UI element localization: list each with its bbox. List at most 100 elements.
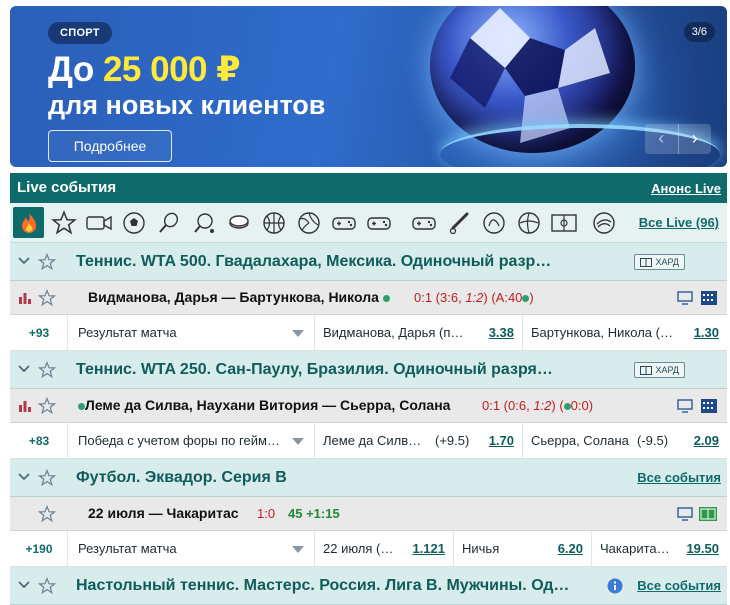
odds-cell[interactable]: Сьерра, Солана (-9.5) 2.09 — [523, 423, 727, 459]
market-select[interactable]: Результат матча — [67, 531, 315, 567]
match-time: 45 +1:15 — [288, 506, 340, 521]
info-icon[interactable] — [607, 578, 623, 594]
odds-value[interactable]: 1.70 — [489, 433, 514, 448]
tournament-row[interactable]: Теннис. WTA 500. Гвадалахара, Мексика. О… — [10, 243, 727, 281]
esports3-icon[interactable] — [408, 207, 439, 238]
field-icon[interactable] — [548, 207, 579, 238]
favorite-star-icon[interactable] — [38, 253, 56, 271]
odds-row: +83 Победа с учетом форы по гейм… Леме д… — [10, 423, 727, 459]
banner-slide-counter: 3/6 — [683, 22, 715, 42]
tv-icon[interactable] — [677, 399, 693, 413]
banner-amount: 25 000 ₽ — [102, 50, 241, 89]
tennis-icon[interactable] — [153, 207, 184, 238]
serve-dot-icon — [382, 294, 390, 302]
fire-icon[interactable] — [13, 207, 44, 238]
banner-prev-button[interactable]: ‹ — [645, 124, 679, 154]
tournament-row[interactable]: Настольный теннис. Мастерс. Россия. Лига… — [10, 567, 727, 605]
match-score: 0:1 (3:6, 1:2) (A:40) — [414, 290, 534, 305]
promo-banner[interactable]: СПОРТ До 25 000 ₽ для новых клиентов Под… — [10, 6, 727, 167]
tournament-title[interactable]: Теннис. WTA 500. Гвадалахара, Мексика. О… — [76, 253, 551, 271]
favorite-star-icon[interactable] — [38, 469, 56, 487]
favorite-star-icon[interactable] — [38, 361, 56, 379]
volleyball-icon[interactable] — [293, 207, 324, 238]
serve-dot-icon — [563, 403, 571, 411]
market-select[interactable]: Победа с учетом форы по гейм… — [67, 423, 315, 459]
favorite-star-icon[interactable] — [38, 397, 56, 415]
match-row[interactable]: Леме да Силва, Наухани Витория — Сьерра,… — [10, 389, 727, 423]
soccer-icon[interactable] — [118, 207, 149, 238]
banner-badge: СПОРТ — [48, 22, 112, 44]
chevron-down-icon[interactable] — [16, 577, 32, 593]
match-score: 1:0 — [257, 506, 276, 521]
serve-dot-icon — [78, 402, 85, 410]
dropdown-arrow-icon — [292, 546, 304, 553]
tv-icon[interactable] — [677, 291, 693, 305]
stats-icon[interactable] — [18, 291, 32, 305]
all-live-link[interactable]: Все Live (96) — [639, 215, 719, 230]
odds-row: +93 Результат матча Видманова, Дарья (п…… — [10, 315, 727, 351]
banner-more-button[interactable]: Подробнее — [48, 130, 172, 162]
odds-cell[interactable]: Леме да Силв… (+9.5) 1.70 — [315, 423, 523, 459]
hockey-icon[interactable] — [223, 207, 254, 238]
dropdown-arrow-icon — [292, 438, 304, 445]
match-name[interactable]: 22 июля — Чакаритас — [88, 505, 239, 521]
all-events-link[interactable]: Все события — [637, 578, 721, 593]
other-icon[interactable] — [588, 207, 619, 238]
beach-volleyball-icon[interactable] — [513, 207, 544, 238]
basketball-icon[interactable] — [258, 207, 289, 238]
sports-filter-bar: Все Live (96) — [10, 203, 727, 243]
odds-cell[interactable]: Чакарита… 19.50 — [592, 531, 727, 567]
odds-value[interactable]: 3.38 — [489, 325, 514, 340]
favorite-star-icon[interactable] — [38, 505, 56, 523]
scoreboard-icon[interactable] — [701, 291, 717, 305]
more-markets-count[interactable]: +83 — [16, 434, 62, 448]
surface-badge: ХАРД — [634, 254, 685, 270]
odds-value[interactable]: 6.20 — [558, 541, 583, 556]
court-icon — [640, 365, 653, 375]
more-markets-count[interactable]: +93 — [16, 326, 62, 340]
more-markets-count[interactable]: +190 — [16, 542, 62, 556]
match-row[interactable]: 22 июля — Чакаритас 1:0 45 +1:15 — [10, 497, 727, 531]
tournament-title[interactable]: Настольный теннис. Мастерс. Россия. Лига… — [76, 577, 569, 595]
esports-icon[interactable] — [328, 207, 359, 238]
tournament-title[interactable]: Теннис. WTA 250. Сан-Паулу, Бразилия. Од… — [76, 361, 553, 379]
match-name[interactable]: Видманова, Дарья — Бартункова, Никола — [88, 289, 390, 305]
odds-cell[interactable]: 22 июля (… 1.121 — [315, 531, 454, 567]
baseball-icon[interactable] — [443, 207, 474, 238]
tournament-row[interactable]: Футбол. Эквадор. Серия B Все события — [10, 459, 727, 497]
odds-value[interactable]: 2.09 — [694, 433, 719, 448]
favorite-star-icon[interactable] — [38, 289, 56, 307]
tv-icon[interactable] — [677, 507, 693, 521]
chevron-down-icon[interactable] — [16, 253, 32, 269]
tournament-row[interactable]: Теннис. WTA 250. Сан-Паулу, Бразилия. Од… — [10, 351, 727, 389]
odds-value[interactable]: 1.121 — [412, 541, 445, 556]
match-row[interactable]: Видманова, Дарья — Бартункова, Никола 0:… — [10, 281, 727, 315]
handball-icon[interactable] — [478, 207, 509, 238]
tournament-title[interactable]: Футбол. Эквадор. Серия B — [76, 469, 287, 487]
esports2-icon[interactable] — [363, 207, 394, 238]
match-score: 0:1 (0:6, 1:2) (0:0) — [482, 398, 594, 413]
all-events-link[interactable]: Все события — [637, 470, 721, 485]
field-stats-icon[interactable] — [699, 507, 717, 521]
market-select[interactable]: Результат матча — [67, 315, 315, 351]
favorite-star-icon[interactable] — [38, 577, 56, 595]
odds-value[interactable]: 1.30 — [694, 325, 719, 340]
chevron-down-icon[interactable] — [16, 469, 32, 485]
odds-value[interactable]: 19.50 — [686, 541, 719, 556]
stats-icon[interactable] — [18, 399, 32, 413]
scoreboard-icon[interactable] — [701, 399, 717, 413]
table-tennis-icon[interactable] — [188, 207, 219, 238]
star-icon[interactable] — [48, 207, 79, 238]
chevron-down-icon[interactable] — [16, 361, 32, 377]
odds-cell[interactable]: Видманова, Дарья (п… 3.38 — [315, 315, 523, 351]
odds-row: +190 Результат матча 22 июля (… 1.121 Ни… — [10, 531, 727, 567]
odds-cell[interactable]: Бартункова, Никола (… 1.30 — [523, 315, 727, 351]
match-name[interactable]: Леме да Силва, Наухани Витория — Сьерра,… — [78, 397, 450, 413]
live-title: Live события — [17, 179, 117, 196]
surface-badge: ХАРД — [634, 362, 685, 378]
live-anons-link[interactable]: Анонс Live — [651, 181, 721, 196]
banner-arrows: ‹ › — [645, 124, 711, 154]
banner-next-button[interactable]: › — [679, 124, 712, 154]
video-icon[interactable] — [83, 207, 114, 238]
odds-cell[interactable]: Ничья 6.20 — [454, 531, 592, 567]
